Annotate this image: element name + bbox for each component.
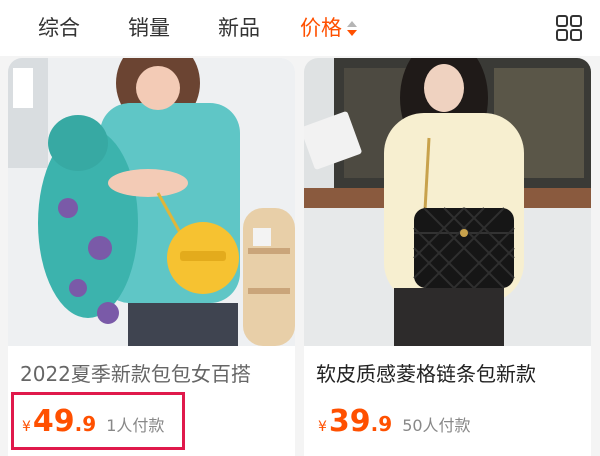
tab-sales[interactable]: 销量 bbox=[128, 13, 170, 43]
price-highlight-box bbox=[11, 392, 185, 450]
price-integer: 39 bbox=[328, 404, 371, 439]
price-row: ¥ 39 .9 50人付款 bbox=[318, 404, 471, 444]
sales-count: 50人付款 bbox=[402, 416, 471, 435]
product-image[interactable] bbox=[8, 58, 295, 346]
tab-price[interactable]: 价格 bbox=[300, 13, 357, 43]
price-decimal: .9 bbox=[370, 412, 393, 436]
sort-arrows-icon bbox=[347, 20, 357, 36]
sort-up-icon bbox=[347, 20, 357, 27]
product-image[interactable] bbox=[304, 58, 591, 346]
sort-down-icon bbox=[347, 29, 357, 36]
product-title[interactable]: 2022夏季新款包包女百搭 bbox=[20, 358, 290, 387]
grid-view-icon[interactable] bbox=[555, 14, 583, 42]
tab-comprehensive[interactable]: 综合 bbox=[38, 13, 80, 43]
sort-bar: 综合 销量 新品 价格 bbox=[0, 0, 600, 56]
tab-new[interactable]: 新品 bbox=[218, 13, 260, 43]
tab-price-label: 价格 bbox=[300, 16, 342, 40]
product-card[interactable]: 软皮质感菱格链条包新款 ¥ 39 .9 50人付款 bbox=[304, 58, 591, 456]
currency-symbol: ¥ bbox=[318, 419, 327, 435]
product-title[interactable]: 软皮质感菱格链条包新款 bbox=[316, 358, 586, 387]
